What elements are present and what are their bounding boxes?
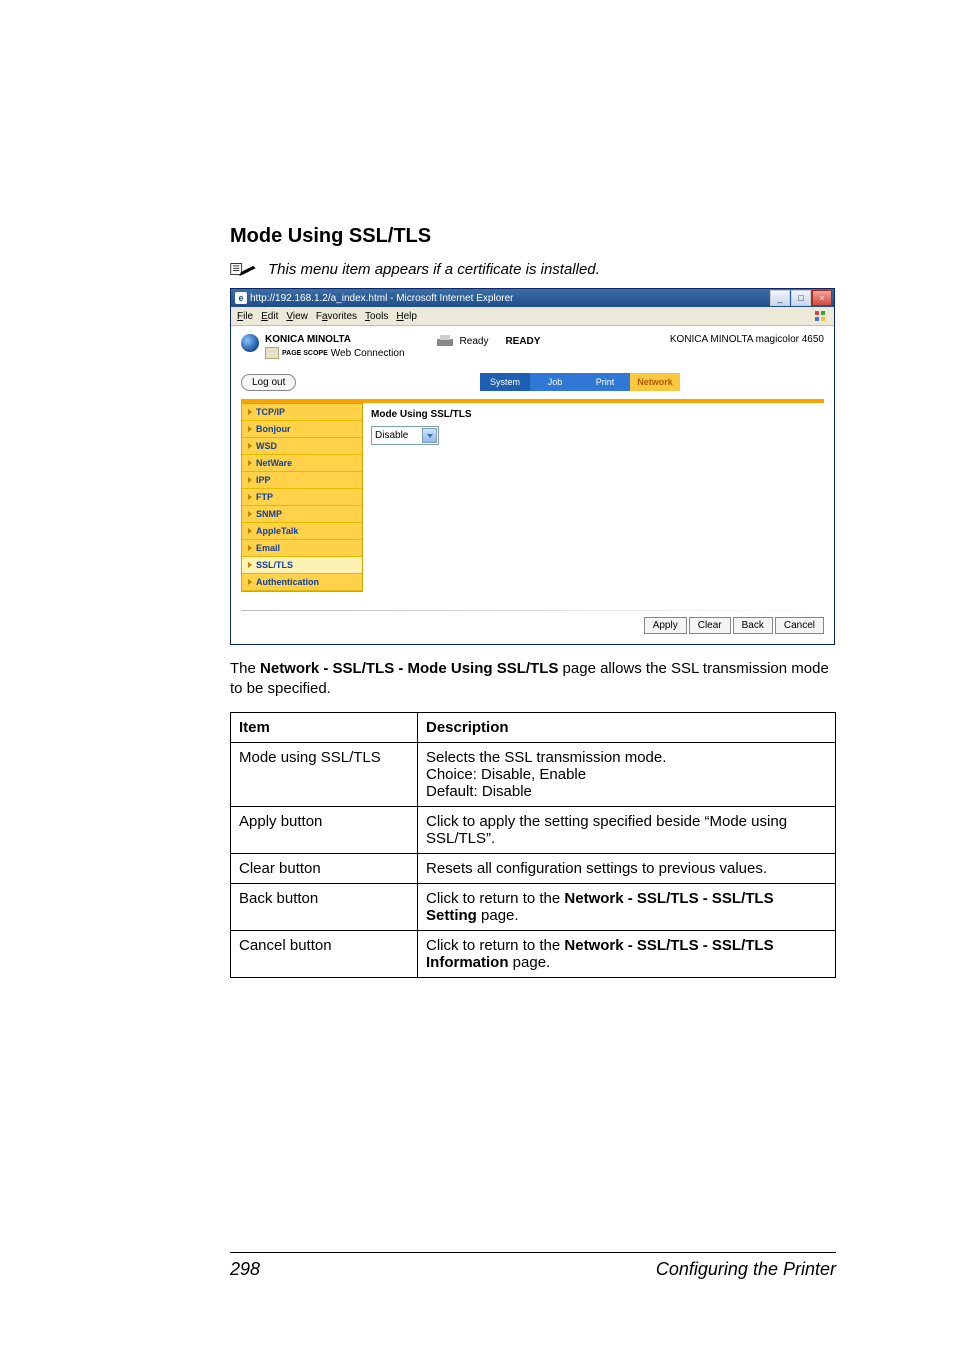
page-number: 298 xyxy=(230,1259,260,1280)
tab-system[interactable]: System xyxy=(480,373,530,391)
logout-button[interactable]: Log out xyxy=(241,374,296,391)
clear-button[interactable]: Clear xyxy=(689,617,731,634)
th-description: Description xyxy=(418,712,836,742)
sidebar-item-email[interactable]: Email xyxy=(242,540,362,557)
intro-paragraph: The Network - SSL/TLS - Mode Using SSL/T… xyxy=(230,659,836,700)
sidebar-item-authentication[interactable]: Authentication xyxy=(242,574,362,591)
table-row: Mode using SSL/TLS Selects the SSL trans… xyxy=(231,742,836,806)
apply-button[interactable]: Apply xyxy=(644,617,687,634)
sidebar-item-ipp[interactable]: IPP xyxy=(242,472,362,489)
sidebar: TCP/IP Bonjour WSD NetWare IPP FTP SNMP … xyxy=(241,403,363,592)
status-ready-small: Ready xyxy=(460,336,489,347)
main-tabs: System Job Print Network xyxy=(480,373,680,391)
ie-icon: e xyxy=(235,292,247,304)
status-ready-big: READY xyxy=(505,336,540,347)
sidebar-item-tcpip[interactable]: TCP/IP xyxy=(242,404,362,421)
content-area: Mode Using SSL/TLS Disable xyxy=(363,403,824,592)
maximize-button[interactable]: □ xyxy=(791,290,811,306)
table-row: Clear button Resets all configuration se… xyxy=(231,853,836,883)
note-text: This menu item appears if a certificate … xyxy=(268,261,600,278)
tab-print[interactable]: Print xyxy=(580,373,630,391)
cancel-button[interactable]: Cancel xyxy=(775,617,824,634)
table-row: Cancel button Click to return to the Net… xyxy=(231,930,836,977)
table-row: Apply button Click to apply the setting … xyxy=(231,806,836,853)
web-connection-label: PAGE SCOPE Web Connection xyxy=(265,347,405,359)
table-row: Back button Click to return to the Netwo… xyxy=(231,883,836,930)
sidebar-item-appletalk[interactable]: AppleTalk xyxy=(242,523,362,540)
brand-name: KONICA MINOLTA xyxy=(265,334,405,345)
content-title: Mode Using SSL/TLS xyxy=(371,409,816,420)
footer-title: Configuring the Printer xyxy=(656,1259,836,1280)
device-name: KONICA MINOLTA magicolor 4650 xyxy=(670,334,824,345)
cell-desc: Resets all configuration settings to pre… xyxy=(418,853,836,883)
cell-desc: Click to return to the Network - SSL/TLS… xyxy=(418,883,836,930)
cell-item: Back button xyxy=(231,883,418,930)
dropdown-value: Disable xyxy=(375,430,408,441)
minimize-button[interactable]: _ xyxy=(770,290,790,306)
sidebar-item-snmp[interactable]: SNMP xyxy=(242,506,362,523)
mode-dropdown[interactable]: Disable xyxy=(371,426,439,445)
tab-network[interactable]: Network xyxy=(630,373,680,391)
menu-bar: File Edit View Favorites Tools Help xyxy=(231,307,834,326)
note-icon xyxy=(230,260,258,278)
cell-item: Cancel button xyxy=(231,930,418,977)
cell-item: Apply button xyxy=(231,806,418,853)
th-item: Item xyxy=(231,712,418,742)
pagescope-icon xyxy=(265,347,279,359)
back-button[interactable]: Back xyxy=(733,617,773,634)
tab-job[interactable]: Job xyxy=(530,373,580,391)
menu-help[interactable]: Help xyxy=(396,311,417,322)
menu-edit[interactable]: Edit xyxy=(261,311,278,322)
cell-desc: Click to apply the setting specified bes… xyxy=(418,806,836,853)
sidebar-item-netware[interactable]: NetWare xyxy=(242,455,362,472)
chevron-down-icon xyxy=(422,428,437,443)
sidebar-item-ftp[interactable]: FTP xyxy=(242,489,362,506)
brand-globe-icon xyxy=(241,334,259,352)
sidebar-item-ssltls[interactable]: SSL/TLS xyxy=(242,557,362,574)
page-footer: 298 Configuring the Printer xyxy=(230,1252,836,1280)
divider xyxy=(241,610,824,611)
cell-item: Mode using SSL/TLS xyxy=(231,742,418,806)
sidebar-item-wsd[interactable]: WSD xyxy=(242,438,362,455)
cell-item: Clear button xyxy=(231,853,418,883)
menu-tools[interactable]: Tools xyxy=(365,311,388,322)
section-heading: Mode Using SSL/TLS xyxy=(230,225,836,248)
printer-icon xyxy=(435,334,455,348)
close-button[interactable]: × xyxy=(812,290,832,306)
sidebar-item-bonjour[interactable]: Bonjour xyxy=(242,421,362,438)
menu-view[interactable]: View xyxy=(286,311,308,322)
screenshot-window: e http://192.168.1.2/a_index.html - Micr… xyxy=(230,288,835,645)
window-titlebar: e http://192.168.1.2/a_index.html - Micr… xyxy=(231,289,834,307)
window-title: http://192.168.1.2/a_index.html - Micros… xyxy=(250,293,513,304)
menu-file[interactable]: File xyxy=(237,311,253,322)
ie-throbber-icon xyxy=(812,309,828,323)
menu-favorites[interactable]: Favorites xyxy=(316,311,357,322)
cell-desc: Click to return to the Network - SSL/TLS… xyxy=(418,930,836,977)
cell-desc: Selects the SSL transmission mode. Choic… xyxy=(418,742,836,806)
description-table: Item Description Mode using SSL/TLS Sele… xyxy=(230,712,836,978)
note-line: This menu item appears if a certificate … xyxy=(230,260,836,278)
